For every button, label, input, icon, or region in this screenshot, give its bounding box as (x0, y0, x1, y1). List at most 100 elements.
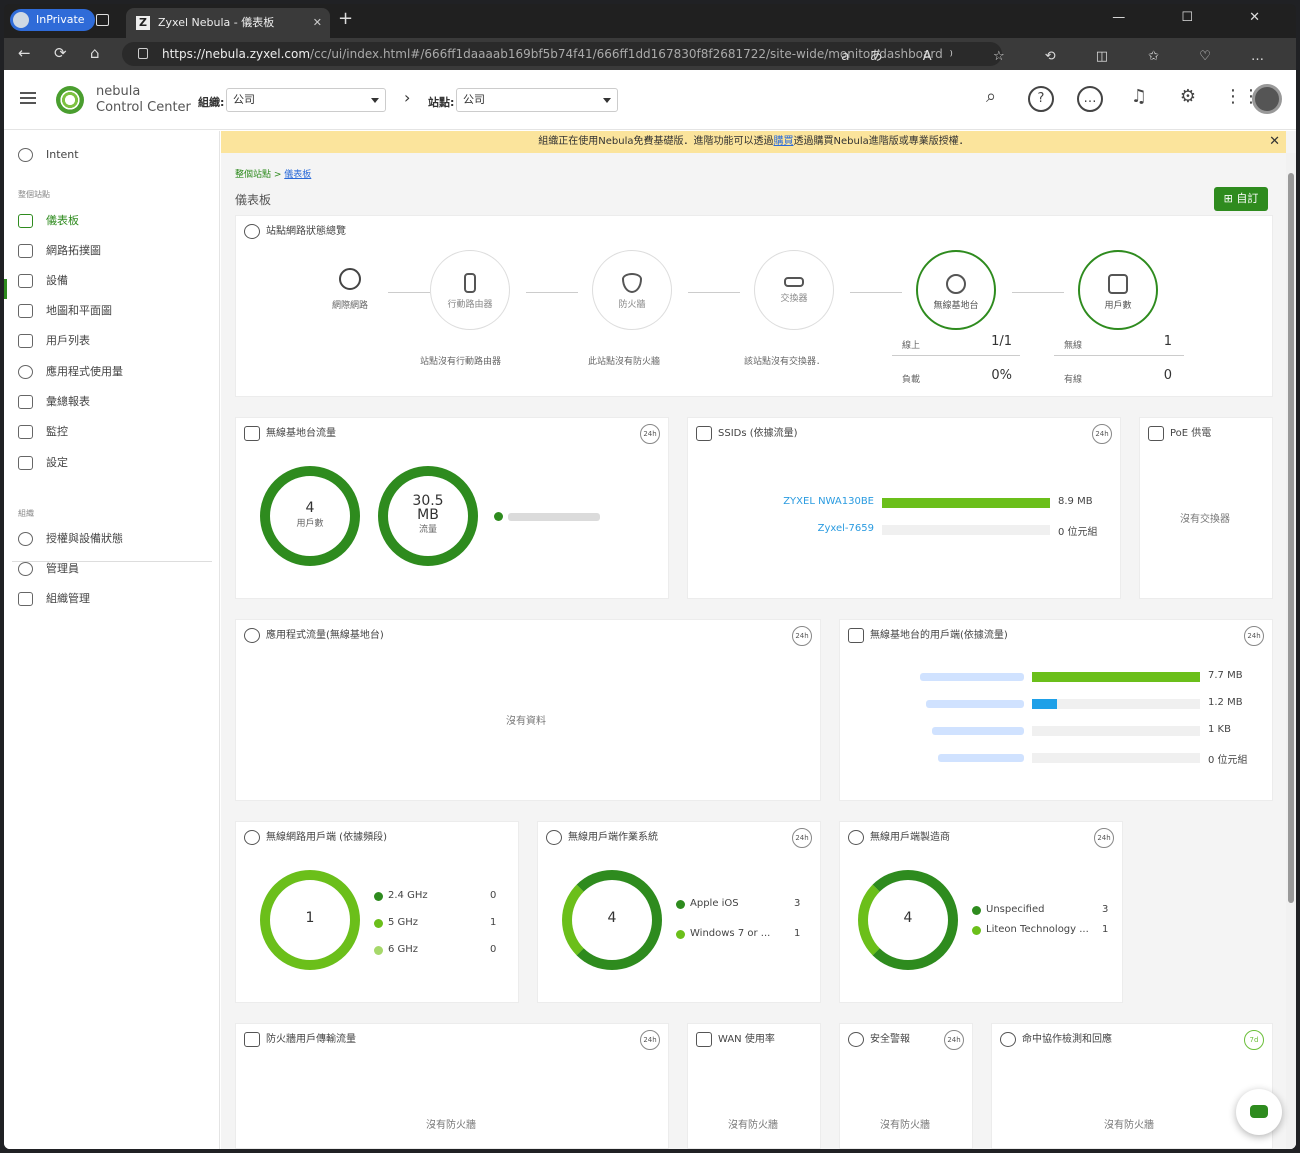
firewall-note: 此站點沒有防火牆 (588, 357, 661, 367)
window-controls[interactable]: — ☐ ✕ (1112, 10, 1286, 25)
sidebar-item-admins[interactable]: 管理員 (18, 559, 79, 579)
internet-node[interactable]: 網際網路 (320, 256, 380, 311)
sidebar-item-intent[interactable]: Intent (18, 145, 79, 165)
legend-dot (374, 919, 383, 928)
support-chat-button[interactable] (1236, 1089, 1282, 1135)
client-value: 0 位元組 (1208, 755, 1248, 766)
firewall-node[interactable]: 防火牆 (592, 250, 672, 330)
blurred-client-name[interactable] (932, 727, 1024, 735)
range-24h-badge[interactable]: 24h (1244, 626, 1264, 646)
refresh-icon[interactable]: ⟳ (54, 44, 67, 62)
legend-label: Unspecified (986, 904, 1045, 915)
sidebar-item-reports[interactable]: 彙總報表 (18, 392, 90, 412)
ssid-bar-track (882, 525, 1050, 535)
avatar[interactable] (1252, 84, 1282, 114)
blurred-client-name[interactable] (920, 673, 1024, 681)
settings-icon (18, 456, 33, 470)
header-icons: ⌕ ? … ♫ ⚙ ⋮⋮ (966, 84, 1296, 116)
poe-nodata: 沒有交換器 (1180, 514, 1230, 525)
customize-button[interactable]: ⊞ 自訂 (1214, 187, 1268, 211)
sidebar-item-topology[interactable]: 網路拓撲圖 (18, 241, 101, 261)
ap-icon (244, 426, 260, 441)
range-24h-badge[interactable]: 24h (944, 1030, 964, 1050)
menu-icon[interactable] (20, 92, 36, 104)
router-node[interactable]: 行動路由器 (430, 250, 510, 330)
legend-label: Windows 7 or ... (690, 928, 771, 939)
network-icon (244, 224, 260, 239)
gear-icon[interactable]: ⚙ (1175, 86, 1201, 112)
range-7d-badge[interactable]: 7d (1244, 1030, 1264, 1050)
breadcrumb-current[interactable]: 儀表板 (284, 170, 311, 180)
bell-icon[interactable]: ♫ (1126, 86, 1152, 112)
switch-node[interactable]: 交換器 (754, 250, 834, 330)
fw-nodata: 沒有防火牆 (426, 1120, 476, 1131)
dashboard-icon (18, 214, 33, 228)
sidebar-item-devices[interactable]: 設備 (18, 271, 68, 291)
search-icon[interactable]: ⌕ (978, 86, 1004, 112)
banner-close-icon[interactable]: ✕ (1269, 131, 1280, 153)
blurred-client-name[interactable] (926, 700, 1024, 708)
pie-icon (546, 830, 562, 845)
range-24h-badge[interactable]: 24h (640, 1030, 660, 1050)
nebula-logo-icon (56, 86, 84, 114)
band-card: 無線網路用戶端 (依據頻段) 1 2.4 GHz 0 5 GHz 1 6 GHz 0 (235, 821, 519, 1003)
range-24h-badge[interactable]: 24h (1094, 828, 1114, 848)
sidebar-group-org: 組織 (18, 509, 34, 518)
site-select[interactable]: 公司 (456, 88, 618, 112)
nebula-page: nebula Control Center 組織: 公司 › 站點: 公司 ⌕ ?… (4, 70, 1296, 1149)
new-tab-button[interactable]: + (338, 8, 353, 29)
security-nodata: 沒有防火牆 (880, 1120, 930, 1131)
blurred-client-name[interactable] (938, 754, 1024, 762)
ssid-name[interactable]: Zyxel-7659 (818, 523, 874, 534)
org-select[interactable]: 公司 (226, 88, 386, 112)
help-icon[interactable]: ? (1028, 86, 1054, 112)
monitor-icon (1108, 274, 1128, 294)
sidebar-item-dashboard[interactable]: 儀表板 (18, 211, 79, 231)
sidebar-item-maps[interactable]: 地圖和平面圖 (18, 301, 112, 321)
sidebar-item-license[interactable]: 授權與設備狀態 (18, 529, 123, 549)
sidebar-item-monitor[interactable]: 監控 (18, 422, 68, 442)
bars-icon (696, 426, 712, 441)
home-icon[interactable]: ⌂ (90, 44, 100, 62)
apps-grid-icon[interactable]: ⋮⋮ (1224, 86, 1260, 112)
sidebar-item-settings[interactable]: 設定 (18, 453, 68, 473)
pie-icon (244, 628, 260, 643)
chevron-down-icon (603, 98, 611, 103)
sidebar-item-org-manage[interactable]: 組織管理 (18, 589, 90, 609)
clients-node[interactable]: 用戶數 (1078, 250, 1158, 330)
browser-toolbar-icons[interactable]: ａあ A⁾ ☆ ⟲ ◫ ✩ ♡ … (839, 45, 1282, 64)
legend-label: 5 GHz (388, 917, 419, 928)
switch-note: 該站點沒有交換器． (744, 357, 826, 367)
zyxel-favicon-icon: Z (136, 16, 150, 30)
range-24h-badge[interactable]: 24h (640, 424, 660, 444)
topology-title: 站點網路狀態總覽 (244, 224, 346, 240)
range-24h-badge[interactable]: 24h (792, 626, 812, 646)
browser-tab[interactable]: Z Zyxel Nebula - 儀表板 ✕ (126, 8, 330, 38)
inprivate-badge[interactable]: InPrivate (10, 9, 95, 31)
key-icon (18, 532, 33, 546)
client-bar-track (1032, 726, 1200, 736)
breadcrumb: 整個站點 > 儀表板 (235, 170, 312, 180)
sidebar-item-clients[interactable]: 用戶列表 (18, 331, 90, 351)
range-24h-badge[interactable]: 24h (1092, 424, 1112, 444)
fw-traffic-card: 防火牆用戶傳輸流量 24h 沒有防火牆 (235, 1023, 669, 1149)
band-ring: 1 (260, 870, 360, 970)
legend-dot (374, 946, 383, 955)
poe-icon (1148, 426, 1164, 441)
building-icon (18, 592, 33, 606)
range-24h-badge[interactable]: 24h (792, 828, 812, 848)
app-traffic-card: 應用程式流量(無線基地台) 24h 沒有資料 (235, 619, 821, 801)
back-icon[interactable]: ← (18, 44, 31, 62)
ap-node[interactable]: 無線基地台 (916, 250, 996, 330)
sidebar-item-app-usage[interactable]: 應用程式使用量 (18, 362, 123, 382)
chevron-right-icon: › (404, 88, 411, 107)
tab-actions-icon[interactable] (96, 14, 109, 26)
tab-close-icon[interactable]: ✕ (313, 8, 322, 38)
ssid-name[interactable]: ZYXEL NWA130BE (783, 496, 874, 507)
chat-icon[interactable]: … (1077, 86, 1103, 112)
firewall-icon (244, 1032, 260, 1047)
purchase-link[interactable]: 購買 (774, 136, 794, 147)
pie-icon (1000, 1032, 1016, 1047)
intent-icon (18, 148, 33, 162)
scrollbar[interactable] (1286, 153, 1296, 1149)
